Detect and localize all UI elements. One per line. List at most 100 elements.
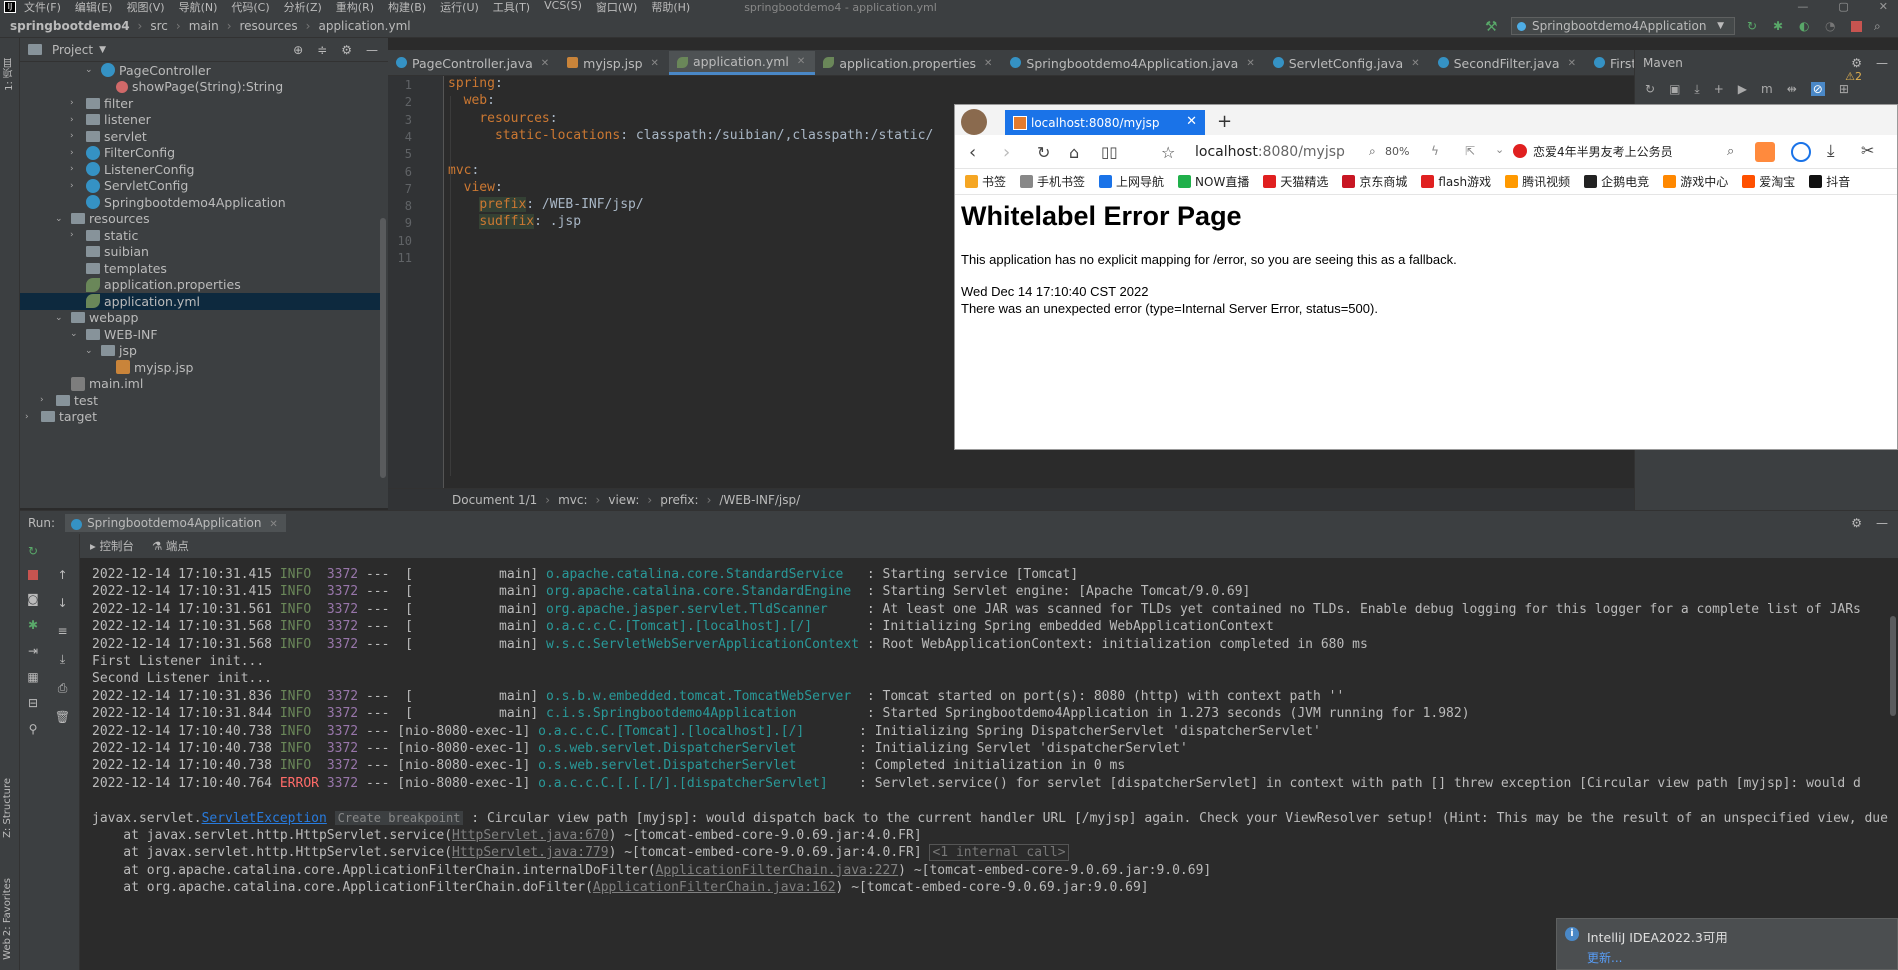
back-icon[interactable]: ‹ [969, 142, 976, 163]
soft-wrap-icon[interactable]: ≡ [57, 624, 67, 638]
url-input[interactable]: localhost:8080/myjsp [1195, 144, 1345, 160]
console-output[interactable]: 2022-12-14 17:10:31.415 INFO 3372 --- [ … [80, 558, 1898, 970]
camera-icon[interactable]: ◙ [27, 592, 39, 606]
editor-tab[interactable]: myjsp.jsp ✕ [559, 51, 669, 75]
chevron-right-icon[interactable]: › [70, 98, 80, 108]
stack-source-link[interactable]: HttpServlet.java:779 [452, 845, 609, 860]
browser-tab-active[interactable]: localhost:8080/myjsp ✕ [1005, 110, 1205, 135]
coverage-icon[interactable]: ◐ [1799, 19, 1813, 33]
editor-tab[interactable]: SecondFilter.java ✕ [1430, 51, 1586, 75]
scissors-icon[interactable]: ✂ [1861, 141, 1874, 160]
reload-icon[interactable]: ↻ [1645, 82, 1655, 96]
scroll-to-end-icon[interactable]: ⤓ [60, 652, 65, 667]
breadcrumb-item[interactable]: main [189, 19, 219, 33]
maximize-icon[interactable]: ▢ [1838, 0, 1848, 13]
run-icon[interactable]: ▶ [1738, 82, 1747, 96]
tree-item[interactable]: ⌄ jsp [20, 343, 137, 360]
editor-breadcrumb-item[interactable]: /WEB-INF/jsp/ [719, 493, 800, 507]
editor-tab[interactable]: ServletConfig.java ✕ [1265, 51, 1430, 75]
chevron-right-icon[interactable]: › [70, 115, 80, 125]
chevron-right-icon[interactable]: › [70, 148, 80, 158]
chevron-right-icon[interactable]: › [70, 230, 80, 240]
chevron-right-icon[interactable]: › [40, 395, 50, 405]
breadcrumb-item[interactable]: resources [240, 19, 298, 33]
hide-icon[interactable]: — [366, 43, 378, 57]
user-avatar[interactable] [961, 109, 987, 135]
collapse-all-icon[interactable]: ≑ [317, 43, 327, 57]
close-tab-icon[interactable]: ✕ [1246, 58, 1254, 69]
update-link[interactable]: 更新... [1587, 949, 1622, 966]
endpoints-tab[interactable]: ⚗ 端点 [152, 538, 189, 554]
pin-icon[interactable]: ⚲ [29, 722, 38, 736]
tree-item[interactable]: myjsp.jsp [20, 359, 193, 376]
editor-tab[interactable]: application.properties ✕ [815, 51, 1002, 75]
tree-item[interactable]: Springbootdemo4Application [20, 194, 286, 211]
print-icon[interactable]: ⎙ [58, 681, 68, 696]
rerun-icon[interactable]: ↻ [28, 544, 38, 558]
tree-item[interactable]: › test [20, 392, 98, 409]
add-folder-icon[interactable]: ▣ [1669, 82, 1680, 96]
new-tab-icon[interactable]: + [1217, 111, 1232, 132]
close-window-icon[interactable]: ✕ [1879, 0, 1888, 13]
restore-layout-icon[interactable]: ⊟ [28, 696, 38, 710]
menu-item[interactable]: 工具(T) [493, 0, 530, 15]
chevron-down-icon[interactable]: ⌄ [85, 346, 95, 356]
tree-item[interactable]: application.properties [20, 277, 241, 294]
translate-icon[interactable] [1755, 142, 1775, 162]
stop-icon[interactable] [1851, 20, 1862, 32]
tree-item[interactable]: templates [20, 260, 167, 277]
add-icon[interactable]: + [1714, 82, 1724, 96]
tree-item[interactable]: application.yml [20, 293, 383, 310]
zoom-icon[interactable]: ⌕ [1369, 144, 1376, 159]
search-engine-icon[interactable] [1513, 144, 1527, 158]
bookmark-item[interactable]: 手机书签 [1020, 173, 1085, 190]
up-arrow-icon[interactable]: ↑ [57, 568, 67, 582]
gear-icon[interactable]: ⚙ [1851, 516, 1862, 530]
editor-breadcrumb-item[interactable]: mvc: [558, 493, 587, 507]
project-tool-tab[interactable]: 1: 项目 [2, 58, 17, 91]
locate-icon[interactable]: ⊕ [293, 43, 303, 57]
menu-item[interactable]: 代码(C) [231, 0, 269, 15]
menu-item[interactable]: 分析(Z) [284, 0, 322, 15]
debug-icon[interactable]: ✱ [1773, 19, 1787, 33]
bookmark-item[interactable]: NOW直播 [1178, 173, 1249, 190]
chevron-right-icon[interactable]: › [70, 131, 80, 141]
favorites-tool-tab[interactable]: 2: Favorites [2, 878, 13, 936]
tree-item[interactable]: › target [20, 409, 97, 426]
chevron-down-icon[interactable]: ⌄ [55, 214, 65, 224]
chevron-right-icon[interactable]: › [70, 164, 80, 174]
download-icon[interactable]: ⤓ [1827, 141, 1835, 161]
home-icon[interactable]: ⌂ [1069, 143, 1079, 162]
create-breakpoint-link[interactable]: Create breakpoint [334, 810, 464, 825]
bookmark-item[interactable]: 企鹅电竞 [1584, 173, 1649, 190]
tree-item[interactable]: › ListenerConfig [20, 161, 194, 178]
run-configuration-select[interactable]: Springbootdemo4Application ▼ [1511, 17, 1735, 35]
tree-item[interactable]: ⌄ PageController [20, 62, 211, 79]
toggle-offline-icon[interactable]: ⇹ [1787, 82, 1797, 96]
editor-breadcrumb-item[interactable]: view: [608, 493, 639, 507]
tree-item[interactable]: main.iml [20, 376, 143, 393]
menu-item[interactable]: 帮助(H) [651, 0, 690, 15]
tree-item[interactable]: ⌄ resources [20, 211, 150, 228]
close-tab-icon[interactable]: ✕ [651, 58, 659, 69]
tree-item[interactable]: › listener [20, 112, 151, 129]
bookmark-item[interactable]: 书签 [965, 173, 1006, 190]
breadcrumb-item[interactable]: springbootdemo4 [10, 19, 130, 33]
bookmark-item[interactable]: 上网导航 [1099, 173, 1164, 190]
tree-item[interactable]: › servlet [20, 128, 147, 145]
layout-icon[interactable]: ▦ [27, 670, 38, 684]
tree-item[interactable]: › ServletConfig [20, 178, 188, 195]
flash-icon[interactable]: ϟ [1431, 144, 1439, 158]
forward-icon[interactable]: › [1003, 142, 1010, 163]
console-tab[interactable]: ▸ 控制台 [90, 538, 134, 554]
maven-title[interactable]: Maven [1643, 56, 1683, 70]
rerun-icon[interactable]: ↻ [1747, 19, 1761, 33]
web-tool-tab[interactable]: Web [2, 938, 13, 960]
run-tab[interactable]: Springbootdemo4Application ✕ [65, 513, 286, 532]
close-tab-icon[interactable]: ✕ [1411, 58, 1419, 69]
tree-scrollbar[interactable] [380, 218, 386, 478]
stop-icon[interactable] [28, 570, 38, 580]
debug-icon[interactable]: ✱ [28, 618, 38, 632]
close-tab-icon[interactable]: ✕ [797, 56, 805, 67]
stack-source-link[interactable]: ApplicationFilterChain.java:227 [656, 863, 899, 878]
